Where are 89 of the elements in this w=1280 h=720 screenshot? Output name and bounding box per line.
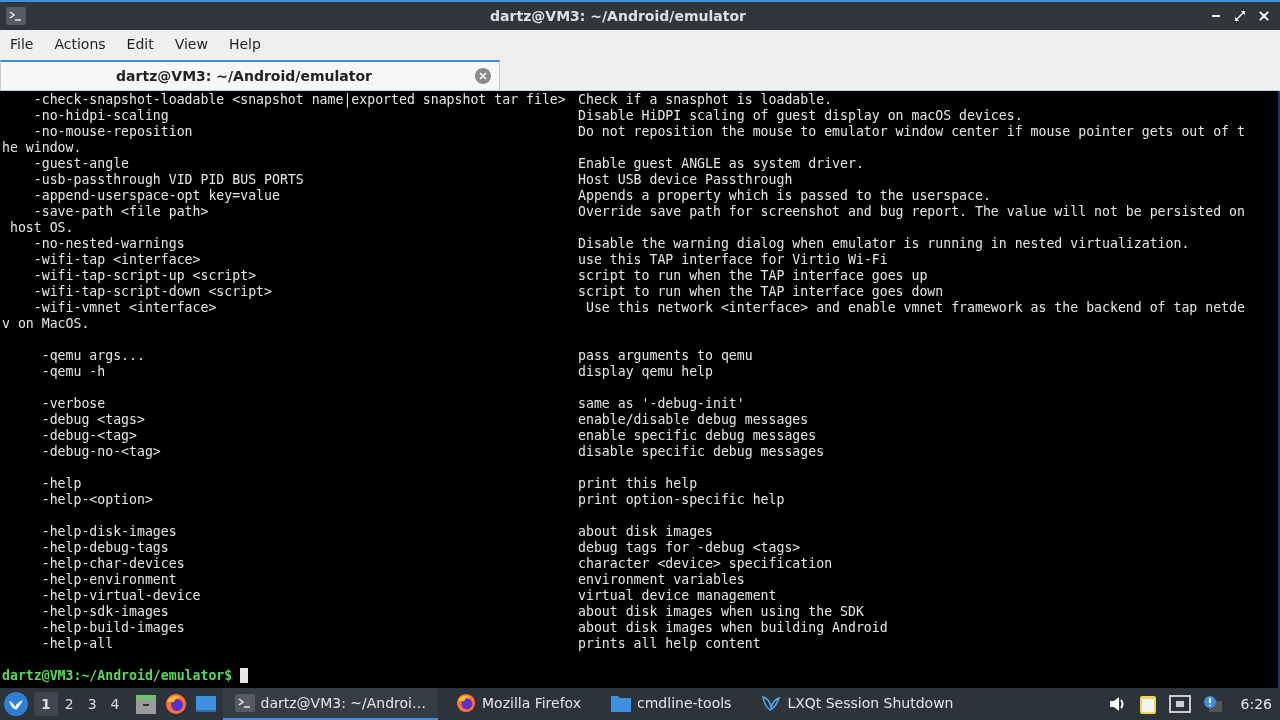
wrapped-text: he window. — [2, 140, 82, 156]
option-text: -no-hidpi-scaling — [32, 108, 170, 124]
option-description: use this TAP interface for Virtio Wi-Fi — [578, 252, 888, 268]
desktop-switch[interactable]: 4 — [103, 692, 127, 716]
option-text: -wifi-tap-script-up <script> — [32, 268, 258, 284]
option-text: -debug <tags> — [40, 412, 146, 428]
option-description: Check if a snasphot is loadable. — [578, 92, 833, 108]
option-description: Appends a property which is passed to the userspace. — [578, 188, 991, 204]
option-description: about disk images when using the SDK — [578, 604, 864, 620]
option-text: -no-mouse-reposition — [32, 124, 194, 140]
option-text: -help-build-images — [40, 620, 186, 636]
option-description: enable/disable debug messages — [578, 412, 809, 428]
option-description: Enable guest ANGLE as system driver. — [578, 156, 864, 172]
option-description: about disk images when building Android — [578, 620, 888, 636]
firefox-icon[interactable] — [164, 693, 187, 715]
option-text: -help-virtual-device — [40, 588, 202, 604]
option-text: -no-nested-warnings — [32, 236, 186, 252]
desktop-icon[interactable] — [194, 693, 217, 715]
option-text: -verbose — [40, 396, 107, 412]
option-text: -check-snapshot-loadable <snapshot name|exported snapshot tar file> — [32, 92, 567, 108]
menu-item[interactable]: Actions — [54, 35, 119, 52]
file-cabinet-icon[interactable] — [134, 693, 157, 715]
option-text: -help-sdk-images — [40, 604, 170, 620]
option-description: debug tags for -debug <tags> — [578, 540, 801, 556]
terminal-icon — [6, 7, 26, 25]
clock[interactable]: 6:26 — [1240, 696, 1272, 712]
close-tab-icon[interactable] — [475, 68, 491, 84]
taskbar-button[interactable]: Mozilla Firefox — [444, 688, 594, 720]
folder-icon — [611, 694, 632, 712]
option-description: enable specific debug messages — [578, 428, 817, 444]
shell-prompt: dartz@VM3:~/Android/emulator$ — [2, 668, 233, 684]
option-description: same as '-debug-init' — [578, 396, 745, 412]
option-description: script to run when the TAP interface goes up — [578, 268, 928, 284]
desktop-switch[interactable]: 1 — [34, 692, 58, 716]
option-text: -help-disk-images — [40, 524, 178, 540]
option-description: Disable HiDPI scaling of guest display on macOS devices. — [578, 108, 1023, 124]
wrapped-text: v on MacOS. — [2, 316, 90, 332]
option-text: -debug-<tag> — [40, 428, 138, 444]
window-title: dartz@VM3: ~/Android/emulator — [489, 8, 747, 24]
option-text: -wifi-tap-script-down <script> — [32, 284, 273, 300]
option-description: Override save path for screenshot and bug report. The value will not be persisted on — [578, 204, 1245, 220]
option-text: -help-environment — [40, 572, 178, 588]
wrapped-text: host OS. — [8, 220, 74, 236]
taskbar-button[interactable]: dartz@VM3: ~/Androi… — [222, 688, 438, 720]
option-text: -help-all — [40, 636, 115, 652]
terminal-tab[interactable]: dartz@VM3: ~/Android/emulator — [0, 60, 500, 90]
option-text: -debug-no-<tag> — [40, 444, 162, 460]
notification-icon[interactable] — [1202, 695, 1223, 713]
close-icon[interactable] — [1258, 10, 1270, 22]
option-description: print option-specific help — [578, 492, 785, 508]
option-description: about disk images — [578, 524, 713, 540]
option-text: -qemu -h — [40, 364, 107, 380]
option-description: virtual device management — [578, 588, 777, 604]
option-text: -usb-passthrough VID PID BUS PORTS — [32, 172, 305, 188]
option-description: Use this network <interface> and enable vmnet framework as the backend of tap netde — [584, 300, 1245, 316]
menu-item[interactable]: Edit — [126, 35, 167, 52]
taskbar-button[interactable]: LXQt Session Shutdown — [749, 688, 966, 720]
option-text: -qemu args... — [40, 348, 146, 364]
option-text: -append-userspace-opt key=value — [32, 188, 281, 204]
taskbar-button[interactable]: cmdline-tools — [599, 688, 744, 720]
option-description: character <device> specification — [578, 556, 833, 572]
option-description: disable specific debug messages — [578, 444, 825, 460]
firefox-icon — [456, 693, 476, 713]
option-text: -help-char-devices — [40, 556, 186, 572]
option-description: Disable the warning dialog when emulator is running in nested virtualization. — [578, 236, 1190, 252]
option-description: Host USB device Passthrough — [578, 172, 793, 188]
menu-item[interactable]: Help — [228, 35, 274, 52]
option-text: -save-path <file path> — [32, 204, 210, 220]
option-text: -help-debug-tags — [40, 540, 170, 556]
option-description: script to run when the TAP interface goes down — [578, 284, 944, 300]
terminal-icon — [234, 694, 255, 712]
option-description: prints all help content — [578, 636, 761, 652]
desktop-switch[interactable]: 3 — [80, 692, 104, 716]
option-description: print this help — [578, 476, 698, 492]
option-text: -help-<option> — [40, 492, 154, 508]
text-cursor — [240, 668, 249, 683]
option-description: pass arguments to qemu — [578, 348, 753, 364]
menu-item[interactable]: View — [174, 35, 221, 52]
clipboard-icon[interactable] — [1138, 694, 1157, 714]
desktop-switch[interactable]: 2 — [57, 692, 81, 716]
option-text: -wifi-vmnet <interface> — [32, 300, 218, 316]
option-description: display qemu help — [578, 364, 713, 380]
option-text: -help — [40, 476, 83, 492]
option-text: -guest-angle — [32, 156, 131, 172]
option-description: Do not reposition the mouse to emulator window center if mouse pointer gets out of t — [578, 124, 1245, 140]
menu-item[interactable]: File — [10, 35, 47, 52]
option-text: -wifi-tap <interface> — [32, 252, 202, 268]
maximize-icon[interactable] — [1234, 10, 1246, 22]
option-description: environment variables — [578, 572, 745, 588]
